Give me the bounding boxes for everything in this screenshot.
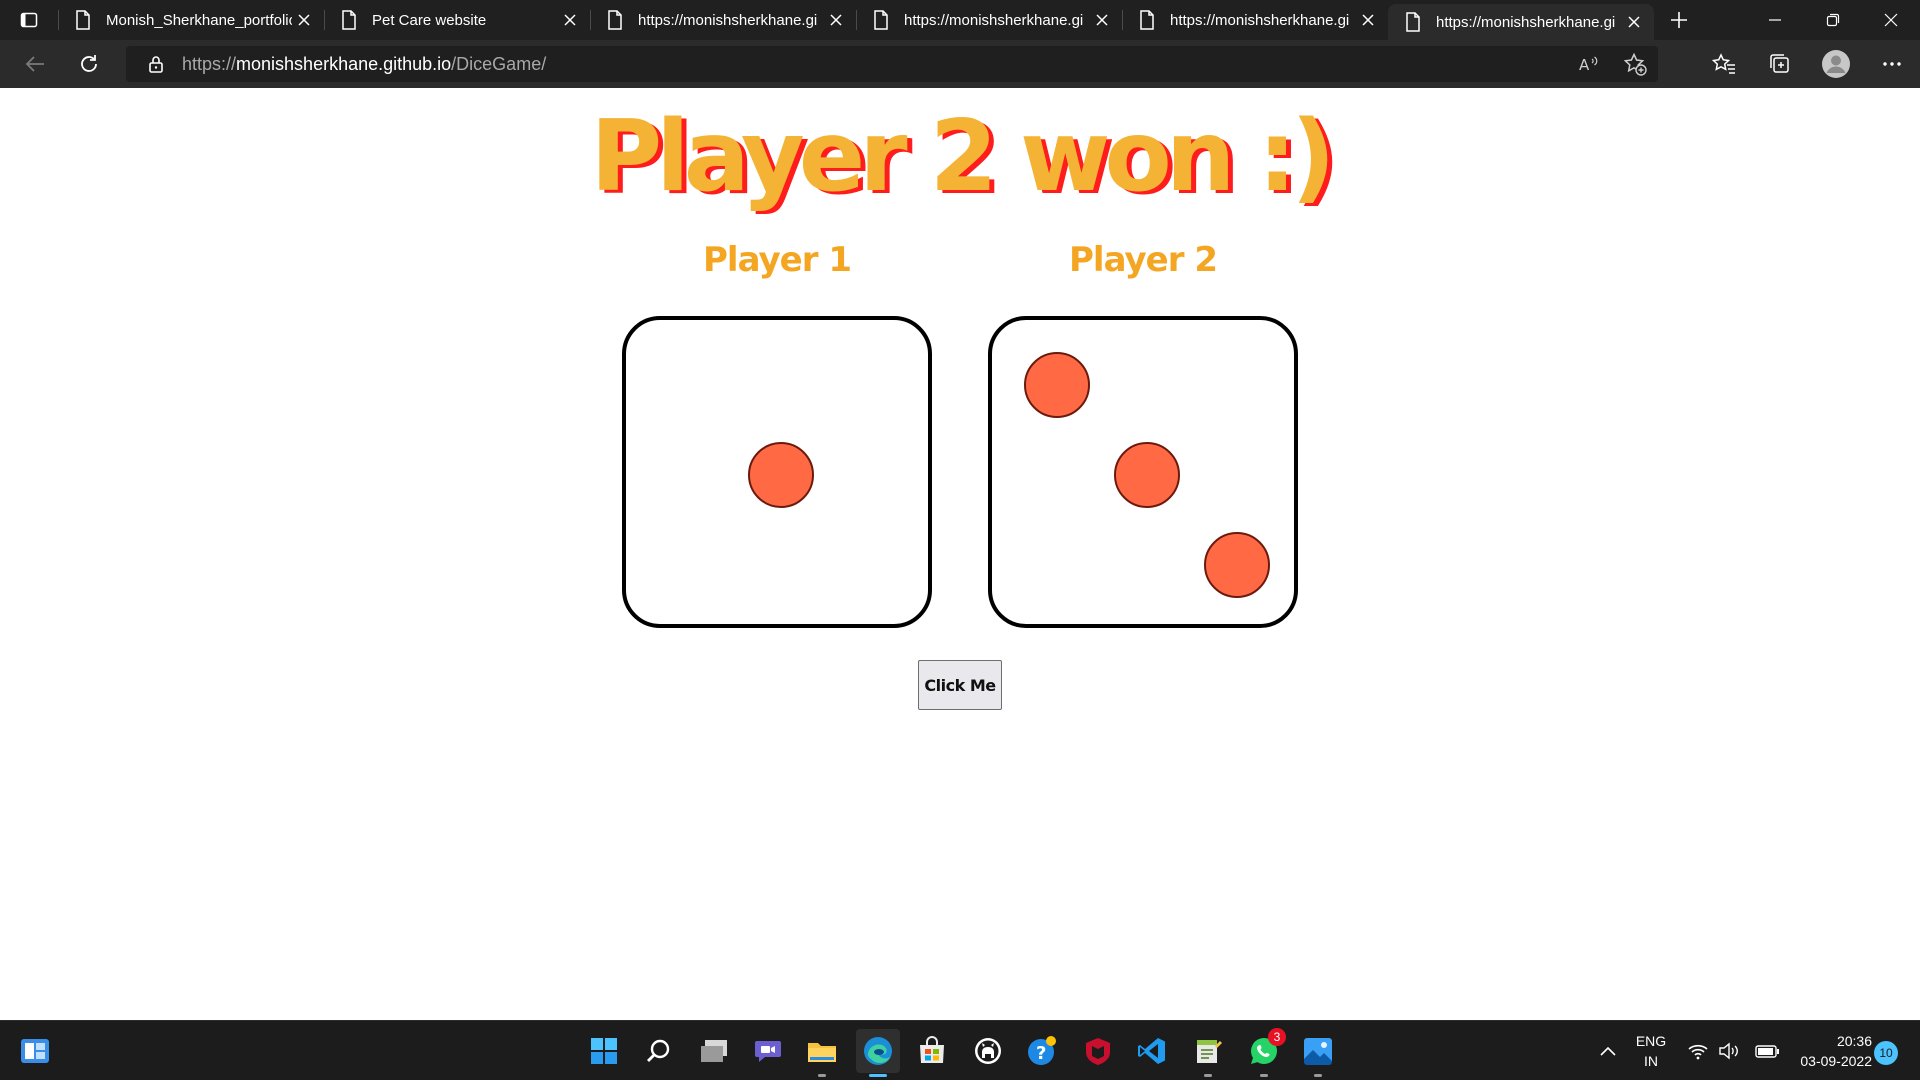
widgets-icon[interactable] [13,1029,57,1073]
browser-tab[interactable]: https://monishsherkhane.gi [1122,0,1388,40]
tab-actions-icon[interactable] [0,0,58,40]
refresh-icon[interactable] [62,40,116,88]
tab-strip: Monish_Sherkhane_portfolio Pet Care webs… [0,0,1920,40]
github-icon[interactable] [966,1029,1010,1073]
running-indicator [1204,1074,1212,1077]
page-icon [874,10,888,30]
notification-badge: 3 [1268,1028,1286,1046]
url-text[interactable]: https://monishsherkhane.github.io/DiceGa… [182,54,546,75]
lock-icon[interactable] [146,54,166,74]
browser-tab[interactable]: Monish_Sherkhane_portfolio [58,0,324,40]
close-icon[interactable] [1356,8,1380,32]
browser-toolbar: https://monishsherkhane.github.io/DiceGa… [0,40,1920,88]
die-pip [748,442,814,508]
clock-time: 20:36 [1836,1033,1872,1049]
region-code: IN [1644,1053,1658,1069]
running-indicator [1260,1074,1268,1077]
whatsapp-icon[interactable]: 3 [1242,1028,1286,1077]
clock[interactable]: 20:36 03-09-2022 [1782,1031,1872,1071]
help-icon[interactable]: ? [1020,1029,1064,1073]
edge-icon[interactable] [856,1029,900,1077]
browser-tab[interactable]: https://monishsherkhane.gi [590,0,856,40]
add-favorite-icon[interactable] [1612,46,1658,82]
tab-title: https://monishsherkhane.gi [1170,11,1350,29]
running-indicator [818,1074,826,1077]
browser-tab-active[interactable]: https://monishsherkhane.gi [1388,4,1654,40]
page-icon [1140,10,1154,30]
search-icon[interactable] [636,1029,680,1073]
tab-title: https://monishsherkhane.gi [1436,13,1616,31]
chevron-up-icon[interactable] [1586,1029,1630,1073]
network-volume-battery[interactable] [1680,1029,1792,1073]
read-aloud-icon[interactable]: A [1566,46,1612,82]
page-icon [1406,12,1420,32]
close-icon[interactable] [558,8,582,32]
minimize-icon[interactable] [1746,0,1804,40]
player1-die [622,316,932,628]
player2-label: Player 2 [1069,240,1218,280]
wifi-volume-battery-icon [1688,1042,1779,1060]
photos-icon[interactable] [1296,1029,1340,1077]
clock-date: 03-09-2022 [1800,1053,1872,1069]
taskbar: ? 3 ENG IN 20:36 03-09-2022 10 [0,1020,1920,1080]
favorites-icon[interactable] [1696,40,1752,88]
windows-start-icon[interactable] [582,1029,626,1073]
collections-icon[interactable] [1752,40,1808,88]
page-icon [76,10,90,30]
close-icon[interactable] [1090,8,1114,32]
die-pip [1204,532,1270,598]
window-controls [1746,0,1920,40]
browser-tab[interactable]: Pet Care website [324,0,590,40]
language-code: ENG [1635,1033,1667,1049]
profile-icon[interactable] [1808,40,1864,88]
language-indicator[interactable]: ENG IN [1626,1031,1676,1071]
svg-text:?: ? [1036,1043,1046,1064]
task-view-icon[interactable] [692,1029,736,1073]
notification-count[interactable]: 10 [1874,1041,1898,1065]
url-host: monishsherkhane.github.io [236,53,452,74]
browser-tab[interactable]: https://monishsherkhane.gi [856,0,1122,40]
notepad-icon[interactable] [1186,1029,1230,1077]
tab-title: https://monishsherkhane.gi [904,11,1084,29]
vscode-icon[interactable] [1130,1029,1174,1073]
url-path: /DiceGame/ [451,53,547,74]
result-heading: Player 2 won :) [590,100,1335,214]
tab-title: https://monishsherkhane.gi [638,11,818,29]
active-indicator [869,1074,887,1077]
back-icon[interactable] [8,40,62,88]
page-content: Player 2 won :) Player 1 Player 2 Click … [0,88,1920,1020]
teams-chat-icon[interactable] [746,1029,790,1073]
store-icon[interactable] [910,1029,954,1073]
die-pip [1114,442,1180,508]
svg-text:A: A [1579,56,1590,74]
tab-title: Pet Care website [372,11,487,29]
new-tab-icon[interactable] [1654,0,1704,40]
mcafee-icon[interactable] [1076,1029,1120,1073]
restore-icon[interactable] [1804,0,1862,40]
player2-die [988,316,1298,628]
more-icon[interactable] [1864,40,1920,88]
close-icon[interactable] [292,8,316,32]
die-pip [1024,352,1090,418]
page-icon [608,10,622,30]
roll-button[interactable]: Click Me [918,660,1002,710]
player1-label: Player 1 [703,240,852,280]
address-bar[interactable]: https://monishsherkhane.github.io/DiceGa… [126,46,1658,82]
tab-title: Monish_Sherkhane_portfolio [106,11,292,29]
url-scheme: https:// [182,53,237,74]
page-icon [342,10,356,30]
close-icon[interactable] [1622,10,1646,34]
running-indicator [1314,1074,1322,1077]
file-explorer-icon[interactable] [800,1029,844,1077]
window-close-icon[interactable] [1862,0,1920,40]
close-icon[interactable] [824,8,848,32]
